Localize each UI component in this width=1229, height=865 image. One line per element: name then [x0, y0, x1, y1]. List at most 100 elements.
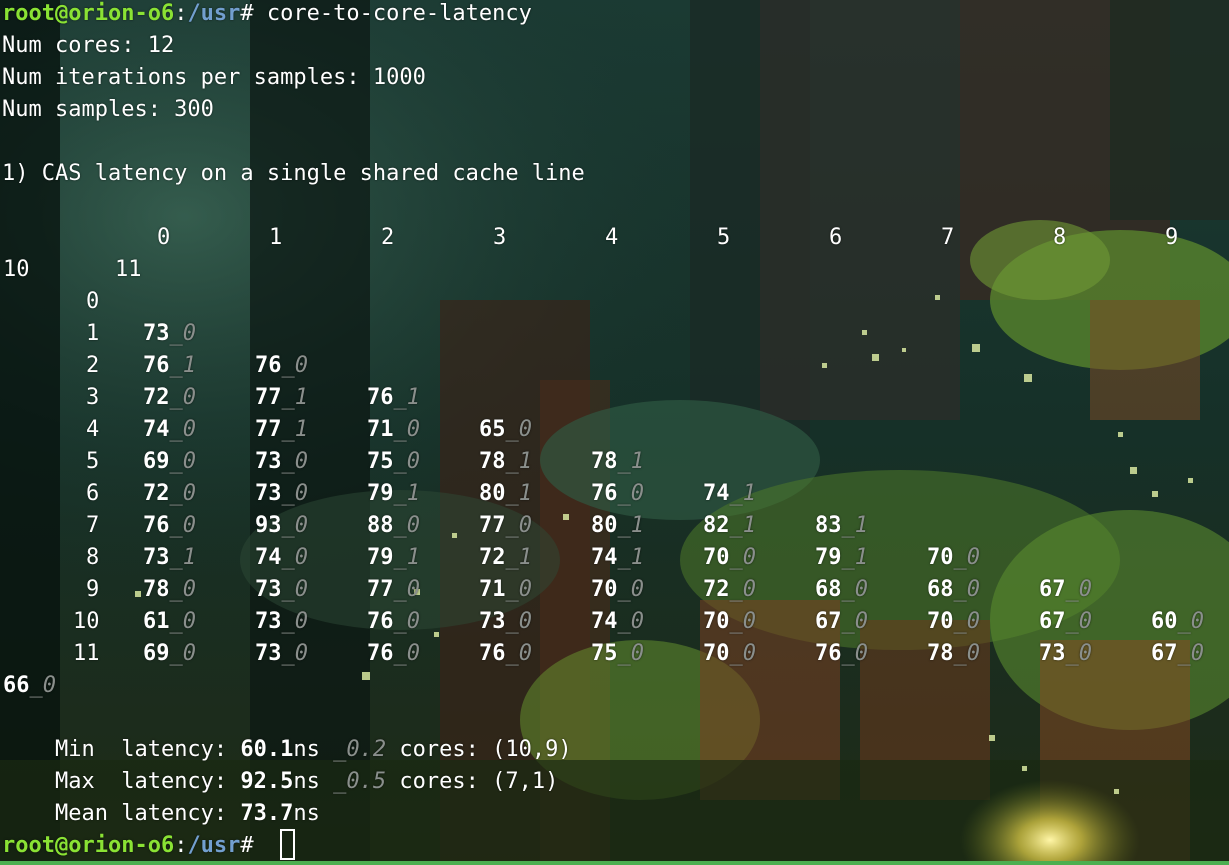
latency-cell: 77_0 [367, 574, 420, 606]
row-label-5: 5 [86, 449, 100, 474]
latency-deviation: _0 [281, 641, 309, 666]
latency-deviation: _1 [729, 513, 757, 538]
latency-deviation: _0 [393, 609, 421, 634]
latency-value: 93 [255, 513, 282, 538]
latency-cell: 68_0 [927, 574, 980, 606]
latency-cell: 74_1 [591, 542, 644, 574]
prompt-path: /usr [187, 833, 241, 858]
latency-value: 74 [703, 481, 730, 506]
latency-value: 71 [367, 417, 394, 442]
stat-min-cores: cores: (10,9) [386, 737, 572, 762]
latency-value: 73 [143, 321, 170, 346]
stat-max: Max latency: 92.5ns _0.5 cores: (7,1) [2, 766, 558, 798]
latency-value: 78 [479, 449, 506, 474]
latency-cell: 78_0 [143, 574, 196, 606]
latency-deviation: _0 [281, 577, 309, 602]
column-header-10: 10 [3, 257, 30, 282]
latency-value: 72 [143, 385, 170, 410]
latency-cell: 67_0 [1039, 574, 1092, 606]
latency-deviation: _0 [169, 321, 197, 346]
latency-deviation: _0 [281, 545, 309, 570]
latency-deviation: _0 [505, 641, 533, 666]
latency-cell: 82_1 [703, 510, 756, 542]
latency-value: 75 [367, 449, 394, 474]
latency-value: 83 [815, 513, 842, 538]
prompt-separator: : [174, 1, 188, 26]
stat-min-unit: ns [293, 737, 334, 762]
latency-value: 71 [479, 577, 506, 602]
latency-cell: 67_0 [1039, 606, 1092, 638]
latency-value: 77 [255, 417, 282, 442]
latency-deviation: _0 [169, 577, 197, 602]
latency-value: 74 [143, 417, 170, 442]
latency-value: 73 [255, 609, 282, 634]
stat-mean-label: Mean latency: [54, 801, 241, 826]
latency-cell: 93_0 [255, 510, 308, 542]
latency-cell: 77_0 [479, 510, 532, 542]
window-bottom-border [0, 861, 1229, 865]
latency-cell: 71_0 [479, 574, 532, 606]
latency-value: 68 [927, 577, 954, 602]
latency-cell: 67_0 [815, 606, 868, 638]
latency-value: 74 [591, 545, 618, 570]
latency-cell: 83_1 [815, 510, 868, 542]
latency-value: 82 [703, 513, 730, 538]
latency-deviation: _0 [281, 481, 309, 506]
latency-deviation: _0 [617, 641, 645, 666]
latency-deviation: _1 [505, 481, 533, 506]
latency-cell: 65_0 [479, 414, 532, 446]
latency-value: 61 [143, 609, 170, 634]
latency-value: 73 [255, 577, 282, 602]
latency-cell: 72_0 [143, 478, 196, 510]
latency-cell: 66_0 [3, 670, 56, 702]
latency-deviation: _1 [393, 481, 421, 506]
latency-cell: 73_0 [255, 446, 308, 478]
row-label-10: 10 [73, 609, 100, 634]
latency-value: 73 [143, 545, 170, 570]
latency-cell: 80_1 [591, 510, 644, 542]
prompt-path: /usr [187, 1, 241, 26]
column-header-7: 7 [941, 225, 955, 250]
prompt-line[interactable]: root@orion-o6:/usr# [2, 830, 254, 862]
latency-value: 76 [591, 481, 618, 506]
prompt-hash: # [240, 833, 254, 858]
latency-deviation: _1 [169, 353, 197, 378]
row-label-11: 11 [73, 641, 100, 666]
latency-deviation: _0 [729, 545, 757, 570]
latency-deviation: _1 [393, 385, 421, 410]
latency-cell: 76_1 [367, 382, 420, 414]
latency-deviation: _0 [169, 385, 197, 410]
info-num-cores: Num cores: 12 [2, 33, 175, 58]
latency-cell: 73_0 [479, 606, 532, 638]
latency-value: 73 [479, 609, 506, 634]
latency-value: 77 [479, 513, 506, 538]
latency-deviation: _0 [393, 641, 421, 666]
latency-deviation: _0 [617, 609, 645, 634]
row-label-3: 3 [86, 385, 100, 410]
column-header-8: 8 [1053, 225, 1067, 250]
column-header-6: 6 [829, 225, 843, 250]
latency-value: 74 [255, 545, 282, 570]
latency-cell: 79_1 [367, 542, 420, 574]
latency-value: 77 [367, 577, 394, 602]
latency-cell: 69_0 [143, 446, 196, 478]
latency-deviation: _0 [617, 577, 645, 602]
latency-deviation: _0 [729, 609, 757, 634]
terminal-window[interactable]: root@orion-o6:/usr# core-to-core-latency… [0, 0, 1229, 865]
latency-deviation: _0 [281, 513, 309, 538]
latency-cell: 76_0 [591, 478, 644, 510]
latency-value: 70 [927, 545, 954, 570]
latency-cell: 78_1 [479, 446, 532, 478]
latency-deviation: _0 [1177, 609, 1205, 634]
latency-deviation: _1 [281, 385, 309, 410]
info-iterations: Num iterations per samples: 1000 [2, 65, 426, 90]
stat-mean-value: 73.7 [240, 801, 294, 826]
latency-deviation: _0 [505, 609, 533, 634]
latency-cell: 70_0 [703, 638, 756, 670]
prompt-hash: # [240, 1, 254, 26]
latency-deviation: _0 [729, 577, 757, 602]
latency-cell: 76_1 [143, 350, 196, 382]
latency-value: 70 [591, 577, 618, 602]
latency-value: 88 [367, 513, 394, 538]
latency-deviation: _1 [617, 545, 645, 570]
